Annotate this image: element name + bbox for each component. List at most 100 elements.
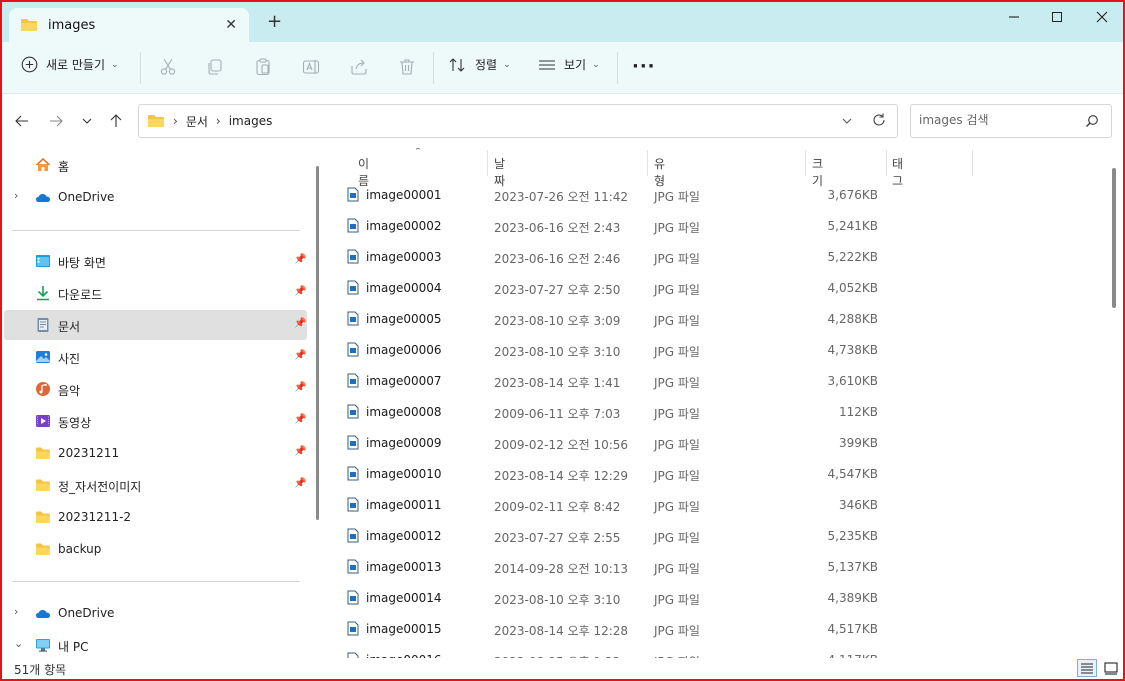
sidebar-item-label: 홈 [58, 160, 70, 174]
column-divider[interactable] [805, 150, 806, 176]
more-options-button[interactable]: ··· [632, 56, 656, 77]
sidebar-item-desktop[interactable]: 바탕 화면 📌 [4, 246, 307, 276]
file-size: 3,676KB [827, 188, 878, 202]
sidebar-item-downloads[interactable]: 다운로드 📌 [4, 278, 307, 308]
search-icon[interactable] [1085, 114, 1099, 128]
file-size: 5,241KB [827, 219, 878, 233]
file-row[interactable]: image00007 2023-08-14 오후 1:41 JPG 파일 3,610K… [324, 365, 974, 396]
sidebar-item-onedrive-bottom[interactable]: › OneDrive [4, 598, 307, 628]
sidebar-item-home[interactable]: 홈 [4, 150, 307, 180]
file-name: image00015 [366, 622, 442, 636]
file-row[interactable]: image00002 2023-06-16 오전 2:43 JPG 파일 5,241K… [324, 210, 974, 241]
close-tab-button[interactable]: ✕ [225, 17, 237, 33]
share-icon[interactable] [349, 57, 369, 77]
sidebar-item-label: OneDrive [58, 606, 115, 620]
column-divider[interactable] [647, 150, 648, 176]
chevron-down-icon [842, 118, 852, 124]
file-row[interactable]: image00003 2023-06-16 오전 2:46 JPG 파일 5,222K… [324, 241, 974, 272]
details-view-button[interactable] [1077, 659, 1097, 677]
file-row[interactable]: image00009 2009-02-12 오전 10:56 JPG 파일 399KB [324, 427, 974, 458]
address-history-button[interactable] [841, 115, 853, 130]
sidebar-item-folder-backup[interactable]: backup [4, 534, 307, 564]
chevron-right-icon[interactable]: › [14, 605, 18, 618]
search-box[interactable] [910, 104, 1112, 138]
search-input[interactable] [919, 113, 1079, 127]
sidebar-item-documents[interactable]: 문서 📌 [4, 310, 307, 340]
sidebar-item-music[interactable]: 음악 📌 [4, 374, 307, 404]
new-tab-button[interactable]: + [267, 13, 282, 31]
tab-images[interactable]: images ✕ [9, 8, 249, 42]
file-type: JPG 파일 [654, 221, 700, 235]
sidebar-item-this-pc[interactable]: ⌄ 내 PC [4, 630, 307, 660]
pin-icon[interactable]: 📌 [294, 414, 306, 425]
file-date: 2023-08-14 오후 12:28 [494, 624, 629, 638]
chevron-down-icon: ⌄ [592, 59, 600, 70]
minimize-button[interactable] [1004, 7, 1024, 27]
file-row[interactable]: image00015 2023-08-14 오후 12:28 JPG 파일 4,517… [324, 613, 974, 644]
file-name: image00013 [366, 560, 442, 574]
pin-icon[interactable]: 📌 [294, 446, 306, 457]
file-size: 4,517KB [827, 622, 878, 636]
file-row[interactable]: image00005 2023-08-10 오후 3:09 JPG 파일 4,288K… [324, 303, 974, 334]
file-row[interactable]: image00008 2009-06-11 오후 7:03 JPG 파일 112KB [324, 396, 974, 427]
back-button[interactable] [13, 113, 31, 131]
up-button[interactable] [107, 113, 125, 131]
file-row[interactable]: image00006 2023-08-10 오후 3:10 JPG 파일 4,738K… [324, 334, 974, 365]
maximize-button[interactable] [1047, 7, 1067, 27]
column-divider[interactable] [487, 150, 488, 176]
pin-icon[interactable]: 📌 [294, 478, 306, 489]
sidebar-item-folder-autobiography[interactable]: 정_자서전이미지 📌 [4, 470, 307, 500]
pin-icon[interactable]: 📌 [294, 350, 306, 361]
refresh-button[interactable] [871, 112, 887, 132]
file-row[interactable]: image00004 2023-07-27 오후 2:50 JPG 파일 4,052K… [324, 272, 974, 303]
file-row[interactable]: image00014 2023-08-10 오후 3:10 JPG 파일 4,389K… [324, 582, 974, 613]
sidebar-scrollbar[interactable] [316, 166, 319, 520]
recent-locations-button[interactable] [78, 113, 96, 131]
delete-icon[interactable] [397, 57, 417, 77]
sidebar-item-label: 사진 [58, 352, 81, 366]
sidebar-item-label: 정_자서전이미지 [58, 480, 142, 494]
file-row[interactable]: image00016 2023-08-25 오후 1:23 JPG 파일 4,117K… [324, 644, 974, 658]
file-row[interactable]: image00010 2023-08-14 오후 12:29 JPG 파일 4,547… [324, 458, 974, 489]
file-type: JPG 파일 [654, 283, 700, 297]
close-window-button[interactable] [1092, 7, 1112, 27]
pin-icon[interactable]: 📌 [294, 254, 306, 265]
file-row[interactable]: image00011 2009-02-11 오후 8:42 JPG 파일 346KB [324, 489, 974, 520]
column-divider[interactable] [886, 150, 887, 176]
sidebar-item-pictures[interactable]: 사진 📌 [4, 342, 307, 372]
file-row[interactable]: image00012 2023-07-27 오후 2:55 JPG 파일 5,235K… [324, 520, 974, 551]
sort-button[interactable]: 정렬 ⌄ [449, 56, 511, 73]
toolbar-divider [617, 52, 618, 84]
file-row[interactable]: image00013 2014-09-28 오전 10:13 JPG 파일 5,137… [324, 551, 974, 582]
file-date: 2023-06-16 오전 2:43 [494, 221, 621, 235]
pin-icon[interactable]: 📌 [294, 382, 306, 393]
forward-button[interactable] [47, 113, 65, 131]
copy-icon[interactable] [205, 57, 225, 77]
new-button[interactable]: 새로 만들기 ⌄ [21, 56, 119, 73]
breadcrumb-documents[interactable]: 문서 [186, 113, 208, 130]
rename-icon[interactable] [301, 57, 321, 77]
chevron-right-icon[interactable]: › [173, 114, 178, 128]
cut-icon[interactable] [158, 57, 178, 77]
file-size: 5,235KB [827, 529, 878, 543]
file-name: image00009 [366, 436, 442, 450]
chevron-right-icon[interactable]: › [216, 114, 221, 128]
breadcrumb-images[interactable]: images [229, 114, 273, 128]
pin-icon[interactable]: 📌 [294, 318, 306, 329]
pin-icon[interactable]: 📌 [294, 286, 306, 297]
paste-icon[interactable] [253, 57, 273, 77]
view-button[interactable]: 보기 ⌄ [538, 56, 600, 73]
sidebar-item-folder-20231211-2[interactable]: 20231211-2 [4, 502, 307, 532]
file-row[interactable]: image00001 2023-07-26 오전 11:42 JPG 파일 3,676… [324, 179, 974, 210]
file-list-scrollbar[interactable] [1112, 168, 1116, 308]
sidebar-item-folder-20231211[interactable]: 20231211 📌 [4, 438, 307, 468]
chevron-down-icon[interactable]: ⌄ [14, 637, 23, 650]
sidebar-item-onedrive[interactable]: › OneDrive [4, 182, 307, 212]
large-icons-view-button[interactable] [1101, 659, 1121, 677]
column-divider[interactable] [972, 150, 973, 176]
address-bar[interactable]: › 문서 › images [138, 104, 898, 138]
sidebar-item-label: 20231211 [58, 446, 120, 460]
sidebar-item-videos[interactable]: 동영상 📌 [4, 406, 307, 436]
chevron-right-icon[interactable]: › [14, 189, 18, 202]
file-name: image00004 [366, 281, 442, 295]
